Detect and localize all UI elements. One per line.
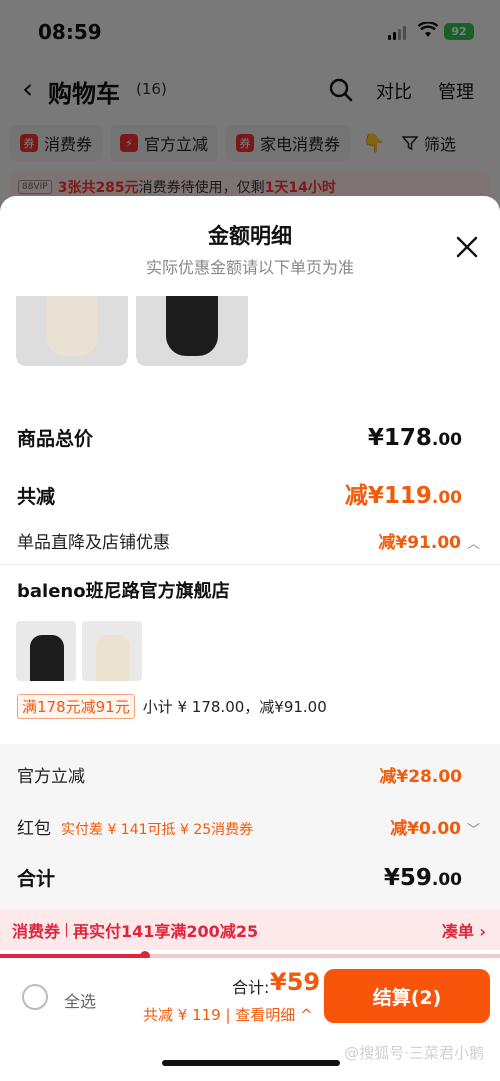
checkout-bar: 全选 合计: ¥59 共减 ¥ 119 | 查看明细 ^ 结算(2) @搜狐号·… bbox=[0, 958, 500, 1081]
coupon-promo-bar[interactable]: 消费券 再实付141享满200减25 凑单 › bbox=[0, 910, 500, 950]
chip-label: 家电消费券 bbox=[260, 135, 341, 154]
store-discount-label: 单品直降及店铺优惠 bbox=[17, 533, 170, 553]
sum-value: ¥59.00 bbox=[383, 865, 462, 891]
checkout-button[interactable]: 结算(2) bbox=[324, 969, 490, 1023]
store-discount-value: 减¥91.00 ︿ bbox=[378, 533, 480, 553]
sheet-title: 金额明细 bbox=[208, 224, 292, 248]
sheet-subtitle: 实际优惠金额请以下单页为准 bbox=[145, 258, 354, 277]
chip-appliance-coupon[interactable]: 券 家电消费券 bbox=[226, 125, 351, 161]
chip-filter[interactable]: 筛选 bbox=[398, 125, 460, 161]
sum-row: 合计 ¥59.00 bbox=[17, 864, 462, 891]
watermark: @搜狐号·三菜君小鹅 bbox=[344, 1044, 484, 1062]
red-packet-hint: 实付差 ¥ 141可抵 ¥ 25消费券 bbox=[61, 822, 254, 838]
red-packet-value: 减¥0.00 ﹀ bbox=[390, 819, 480, 839]
cart-count: (16) bbox=[136, 80, 167, 98]
filter-chips: 券 消费券 ⚡ 官方立减 券 家电消费券 👇 筛选 bbox=[10, 125, 460, 161]
chevron-up-icon: ︿ bbox=[466, 537, 480, 552]
manage-button[interactable]: 管理 bbox=[438, 78, 474, 104]
total-value: ¥59 bbox=[270, 968, 321, 996]
select-all-label[interactable]: 全选 bbox=[64, 988, 96, 1012]
chevron-down-icon: ﹀ bbox=[466, 823, 480, 838]
shop-name: baleno班尼路官方旗舰店 bbox=[17, 581, 230, 602]
product-image bbox=[16, 621, 76, 681]
lower-summary: 官方立减 减¥28.00 红包 实付差 ¥ 141可抵 ¥ 25消费券 减¥0.0… bbox=[0, 744, 500, 934]
filter-icon bbox=[402, 136, 419, 151]
signal-icon bbox=[388, 26, 406, 40]
chip-label: 消费券 bbox=[44, 135, 93, 154]
chip-official-discount[interactable]: ⚡ 官方立减 bbox=[110, 125, 219, 161]
vip-coupon-count: 3张共285元 bbox=[57, 180, 139, 196]
amount-detail-sheet: 金额明细 实际优惠金额请以下单页为准 商品总价 ¥178.00 共减 减¥119… bbox=[0, 196, 500, 1081]
product-image bbox=[82, 621, 142, 681]
search-icon[interactable] bbox=[329, 78, 353, 102]
coupon-text: 再实付141享满200减25 bbox=[73, 922, 259, 941]
shop-subtotal: 小计 ¥ 178.00，减¥91.00 bbox=[142, 698, 327, 716]
official-discount-value: 减¥28.00 bbox=[379, 767, 462, 787]
product-thumbnails-top bbox=[16, 296, 248, 366]
store-discount-row[interactable]: 单品直降及店铺优惠 减¥91.00 ︿ bbox=[17, 528, 480, 553]
total-reduced-row: 共减 减¥119.00 bbox=[17, 476, 462, 510]
goods-total-label: 商品总价 bbox=[17, 428, 94, 450]
coupon-icon: 券 bbox=[20, 134, 38, 152]
coupon-tag: 消费券 bbox=[12, 922, 61, 941]
select-all-checkbox[interactable] bbox=[22, 984, 48, 1010]
shop-product-images bbox=[16, 621, 142, 681]
nav-bar: ‹ 购物车 (16) 对比 管理 bbox=[0, 70, 500, 110]
divider bbox=[66, 923, 68, 937]
compare-button[interactable]: 对比 bbox=[376, 78, 412, 104]
total-reduced-value: 减¥119.00 bbox=[344, 483, 462, 509]
total-label: 合计: bbox=[232, 978, 270, 997]
sum-label: 合计 bbox=[17, 868, 56, 890]
vip-coupon-text: 消费券待使用，仅剩 bbox=[138, 180, 265, 196]
chip-coupon[interactable]: 券 消费券 bbox=[10, 125, 103, 161]
wifi-icon bbox=[418, 22, 438, 37]
chip-label: 筛选 bbox=[424, 135, 457, 154]
view-details-link[interactable]: 共减 ¥ 119 | 查看明细 ^ bbox=[143, 1004, 313, 1025]
add-items-link[interactable]: 凑单 › bbox=[442, 918, 486, 942]
red-packet-row[interactable]: 红包 实付差 ¥ 141可抵 ¥ 25消费券 减¥0.00 ﹀ bbox=[17, 814, 480, 839]
shop-discount-block: baleno班尼路官方旗舰店 满178元减91元 小计 ¥ 178.00，减¥9… bbox=[0, 564, 500, 744]
vip-badge: 88VIP bbox=[18, 180, 52, 194]
status-time: 08:59 bbox=[38, 20, 102, 44]
red-packet-label-group: 红包 实付差 ¥ 141可抵 ¥ 25消费券 bbox=[17, 814, 253, 839]
product-image bbox=[16, 296, 128, 366]
goods-total-row: 商品总价 ¥178.00 bbox=[17, 424, 462, 451]
red-packet-label: 红包 bbox=[17, 819, 51, 839]
promo-line: 满178元减91元 小计 ¥ 178.00，减¥91.00 bbox=[17, 694, 327, 719]
product-image bbox=[136, 296, 248, 366]
chevron-left-icon[interactable]: ‹ bbox=[22, 72, 33, 105]
official-discount-row: 官方立减 减¥28.00 bbox=[17, 762, 462, 787]
page-title: 购物车 bbox=[48, 80, 120, 108]
coupon-icon: 券 bbox=[236, 134, 255, 152]
close-icon[interactable] bbox=[456, 236, 478, 258]
battery-icon: 92 bbox=[444, 23, 474, 40]
official-discount-label: 官方立减 bbox=[17, 767, 85, 787]
promo-tag: 满178元减91元 bbox=[17, 694, 135, 719]
total-reduced-label: 共减 bbox=[17, 486, 56, 508]
hand-icon: 👇 bbox=[362, 132, 386, 154]
goods-total-value: ¥178.00 bbox=[367, 425, 462, 451]
home-indicator bbox=[162, 1060, 340, 1066]
status-bar: 08:59 92 bbox=[0, 18, 500, 48]
chip-label: 官方立减 bbox=[144, 135, 209, 154]
lightning-icon: ⚡ bbox=[120, 134, 139, 152]
vip-time-left: 1天14小时 bbox=[264, 180, 336, 196]
